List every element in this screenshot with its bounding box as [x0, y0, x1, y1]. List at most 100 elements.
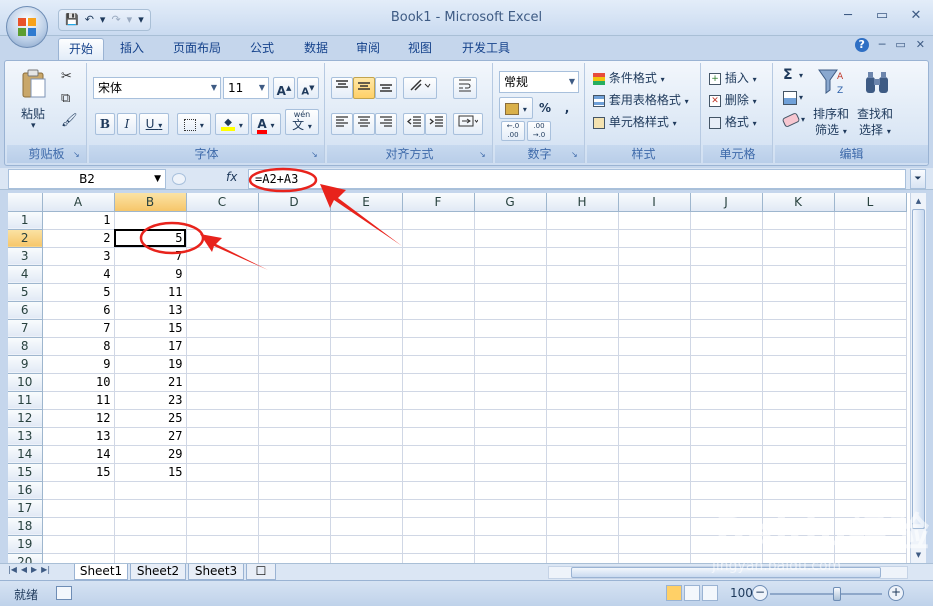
cell-b1[interactable] [114, 211, 187, 230]
cell-i2[interactable] [618, 229, 691, 248]
normal-view-icon[interactable] [666, 585, 682, 601]
wrap-text-button[interactable] [453, 77, 477, 99]
expand-formula-bar-icon[interactable]: ⏷ [910, 169, 926, 189]
cell-h20[interactable] [546, 553, 619, 563]
cell-g11[interactable] [474, 391, 547, 410]
cell-j13[interactable] [690, 427, 763, 446]
insert-cells-dropdown-icon[interactable]: ▾ [753, 75, 757, 84]
cell-b18[interactable] [114, 517, 187, 536]
cell-d7[interactable] [258, 319, 331, 338]
cell-a20[interactable] [42, 553, 115, 563]
row-header[interactable]: 9 [8, 355, 43, 374]
cell-k15[interactable] [762, 463, 835, 482]
cell-l15[interactable] [834, 463, 907, 482]
cell-i12[interactable] [618, 409, 691, 428]
cell-i8[interactable] [618, 337, 691, 356]
insert-sheet-icon[interactable]: ☐ [246, 564, 276, 580]
cell-d13[interactable] [258, 427, 331, 446]
cell-l3[interactable] [834, 247, 907, 266]
cell-d9[interactable] [258, 355, 331, 374]
sort-filter-icon[interactable]: AZ [817, 67, 847, 97]
cell-c18[interactable] [186, 517, 259, 536]
workbook-close-icon[interactable]: ✕ [916, 38, 925, 52]
cell-d10[interactable] [258, 373, 331, 392]
cell-f13[interactable] [402, 427, 475, 446]
cell-c20[interactable] [186, 553, 259, 563]
underline-dropdown-icon[interactable]: ▾ [158, 121, 162, 130]
cell-b5[interactable]: 11 [114, 283, 187, 302]
phonetic-dropdown-icon[interactable]: ▾ [308, 122, 312, 131]
row-header[interactable]: 8 [8, 337, 43, 356]
sheet-tab-sheet2[interactable]: Sheet2 [130, 564, 186, 580]
cell-h13[interactable] [546, 427, 619, 446]
cut-icon[interactable]: ✂ [61, 69, 72, 84]
row-header[interactable]: 6 [8, 301, 43, 320]
cell-b4[interactable]: 9 [114, 265, 187, 284]
cell-i14[interactable] [618, 445, 691, 464]
tab-developer[interactable]: 开发工具 [450, 38, 522, 60]
delete-cells-button[interactable]: ✕ 删除 ▾ [709, 91, 757, 108]
cell-i16[interactable] [618, 481, 691, 500]
cell-g4[interactable] [474, 265, 547, 284]
cell-k11[interactable] [762, 391, 835, 410]
cell-g20[interactable] [474, 553, 547, 563]
cell-c11[interactable] [186, 391, 259, 410]
cell-j11[interactable] [690, 391, 763, 410]
cell-l8[interactable] [834, 337, 907, 356]
cell-b2[interactable]: 5 [114, 229, 187, 248]
cell-h5[interactable] [546, 283, 619, 302]
cell-i15[interactable] [618, 463, 691, 482]
cell-i18[interactable] [618, 517, 691, 536]
cell-g5[interactable] [474, 283, 547, 302]
find-select-label-1[interactable]: 查找和 [857, 105, 893, 122]
cell-a16[interactable] [42, 481, 115, 500]
cell-b20[interactable] [114, 553, 187, 563]
decrease-decimal-button[interactable]: .00 →.0 [527, 121, 551, 141]
align-bottom-button[interactable] [375, 77, 397, 99]
row-header[interactable]: 18 [8, 517, 43, 536]
cell-k13[interactable] [762, 427, 835, 446]
cell-e9[interactable] [330, 355, 403, 374]
cell-h2[interactable] [546, 229, 619, 248]
cell-f17[interactable] [402, 499, 475, 518]
cell-f18[interactable] [402, 517, 475, 536]
cell-l12[interactable] [834, 409, 907, 428]
cell-d11[interactable] [258, 391, 331, 410]
workbook-restore-icon[interactable]: ▭ [895, 38, 905, 52]
zoom-out-icon[interactable]: − [752, 585, 768, 601]
cell-h9[interactable] [546, 355, 619, 374]
workbook-minimize-icon[interactable]: ─ [879, 38, 886, 52]
restore-icon[interactable]: ▭ [871, 6, 893, 26]
cell-a7[interactable]: 7 [42, 319, 115, 338]
cell-k12[interactable] [762, 409, 835, 428]
cell-i4[interactable] [618, 265, 691, 284]
name-box-dropdown-icon[interactable]: ▼ [154, 170, 161, 188]
cell-d19[interactable] [258, 535, 331, 554]
cell-d12[interactable] [258, 409, 331, 428]
cell-b7[interactable]: 15 [114, 319, 187, 338]
cell-j8[interactable] [690, 337, 763, 356]
fill-dropdown-icon[interactable]: ▾ [239, 121, 243, 130]
clipboard-launcher-icon[interactable]: ↘ [73, 150, 83, 160]
cell-d2[interactable] [258, 229, 331, 248]
cell-c8[interactable] [186, 337, 259, 356]
cell-l9[interactable] [834, 355, 907, 374]
cell-e15[interactable] [330, 463, 403, 482]
cell-e11[interactable] [330, 391, 403, 410]
cell-b3[interactable]: 7 [114, 247, 187, 266]
cell-k3[interactable] [762, 247, 835, 266]
cell-d14[interactable] [258, 445, 331, 464]
row-header[interactable]: 13 [8, 427, 43, 446]
sheet-tab-sheet3[interactable]: Sheet3 [188, 564, 244, 580]
cell-f19[interactable] [402, 535, 475, 554]
cell-j1[interactable] [690, 211, 763, 230]
cell-h17[interactable] [546, 499, 619, 518]
tab-view[interactable]: 视图 [396, 38, 444, 60]
cell-a19[interactable] [42, 535, 115, 554]
find-select-dropdown-icon[interactable]: ▾ [887, 127, 891, 136]
cell-j16[interactable] [690, 481, 763, 500]
cell-j15[interactable] [690, 463, 763, 482]
cell-e13[interactable] [330, 427, 403, 446]
cell-styles-dropdown-icon[interactable]: ▾ [673, 119, 677, 128]
name-box[interactable]: B2 ▼ [8, 169, 166, 189]
